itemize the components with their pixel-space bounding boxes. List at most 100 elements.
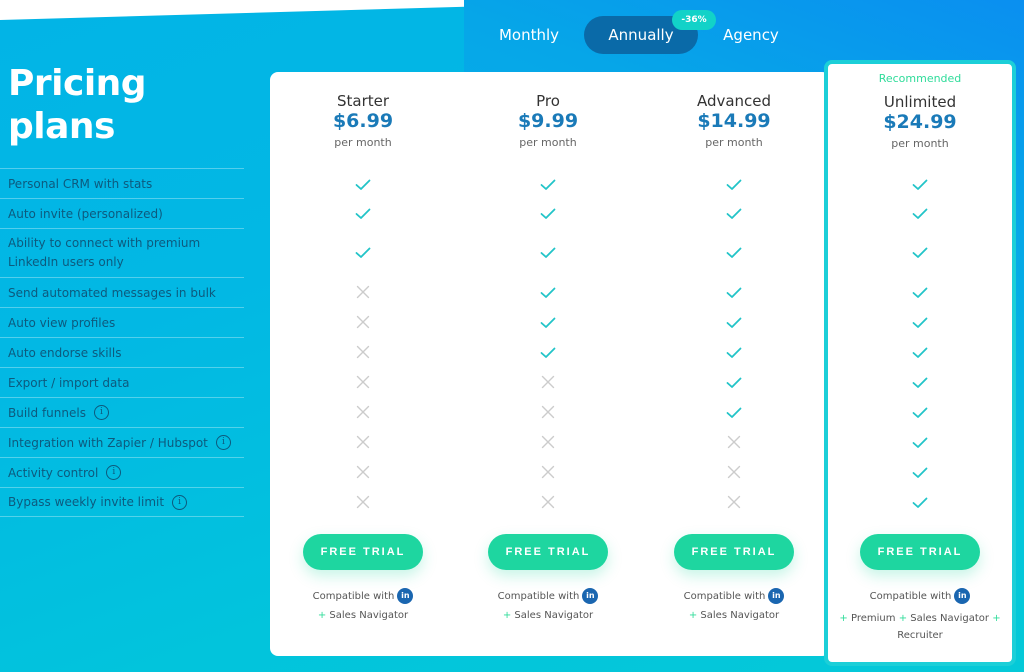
info-icon[interactable]: i	[106, 465, 122, 480]
plan-name: Unlimited	[883, 93, 957, 111]
plan-price: $24.99	[883, 111, 957, 133]
check-icon	[827, 314, 1013, 330]
compatible-with: Compatible with in	[641, 588, 827, 604]
compatible-extra: Sales Navigator	[700, 610, 780, 621]
feature-row: Build funnels i	[0, 397, 244, 427]
plan-name: Advanced	[696, 92, 772, 110]
check-icon	[827, 205, 1013, 221]
compatible-extra-item: Sales Navigator	[910, 613, 989, 624]
linkedin-icon: in	[397, 588, 414, 604]
check-icon	[827, 434, 1013, 450]
billing-period-tabs: Monthly Annually -36% Agency	[470, 10, 810, 54]
feature-row: Send automated messages in bulk	[0, 277, 244, 307]
cross-icon	[455, 494, 641, 510]
plans-card: Starter $6.99 per month FREE TRIAL Compatibl…	[270, 72, 830, 656]
free-trial-button[interactable]: FREE TRIAL	[303, 534, 423, 570]
plan-price: $6.99	[332, 110, 394, 132]
plan-period: per month	[705, 136, 763, 149]
check-icon	[270, 205, 456, 221]
plus-icon: +	[839, 613, 848, 624]
compatible-extras: + Sales Navigator	[270, 607, 456, 624]
feature-row: Bypass weekly invite limit i	[0, 487, 244, 517]
feature-row: Export / import data	[0, 367, 244, 397]
check-icon	[827, 284, 1013, 300]
plan-column-starter: Starter $6.99 per month FREE TRIAL Compatibl…	[270, 72, 456, 672]
feature-label: Export / import data	[8, 375, 130, 390]
feature-row: Integration with Zapier / Hubspot i	[0, 427, 244, 457]
compatible-text: Compatible with	[683, 591, 766, 602]
check-icon	[455, 244, 641, 260]
check-icon	[827, 176, 1013, 192]
feature-list: Personal CRM with stats Auto invite (pers…	[0, 168, 244, 517]
free-trial-button[interactable]: FREE TRIAL	[674, 534, 794, 570]
cross-icon	[270, 434, 456, 450]
feature-row: Auto view profiles	[0, 307, 244, 337]
linkedin-icon: in	[582, 588, 599, 604]
compatible-extra: Sales Navigator	[329, 610, 409, 621]
check-icon	[827, 464, 1013, 480]
check-icon	[270, 244, 456, 260]
cross-icon	[270, 494, 456, 510]
plan-period: per month	[891, 137, 949, 150]
recommended-label: Recommended	[878, 72, 962, 85]
info-icon[interactable]: i	[93, 405, 109, 420]
check-icon	[827, 344, 1013, 360]
recommended-plan-card: Recommended Unlimited $24.99 per month FREE …	[824, 60, 1016, 666]
compatible-extra: Sales Navigator	[514, 610, 594, 621]
check-icon	[827, 244, 1013, 260]
cross-icon	[455, 374, 641, 390]
plan-column-pro: Pro $9.99 per month FREE TRIAL Compatible wi…	[455, 72, 641, 672]
check-icon	[641, 244, 827, 260]
compatible-with: Compatible with in	[827, 588, 1013, 604]
check-icon	[455, 176, 641, 192]
page-title: Pricing plans	[8, 62, 147, 148]
check-icon	[270, 176, 456, 192]
compatible-extra-item: Premium	[851, 613, 896, 624]
plan-price: $14.99	[697, 110, 771, 132]
plan-period: per month	[334, 136, 392, 149]
feature-label: Activity control	[8, 465, 99, 480]
plan-column-unlimited: Recommended Unlimited $24.99 per month FREE …	[827, 64, 1013, 664]
feature-label: Send automated messages in bulk	[8, 285, 216, 300]
check-icon	[641, 284, 827, 300]
check-icon	[641, 344, 827, 360]
check-icon	[455, 344, 641, 360]
cross-icon	[270, 284, 456, 300]
feature-row: Auto invite (personalized)	[0, 198, 244, 228]
feature-label: Integration with Zapier / Hubspot	[8, 435, 208, 450]
plan-name: Pro	[536, 92, 560, 110]
compatible-text: Compatible with	[869, 591, 952, 602]
check-icon	[641, 374, 827, 390]
check-icon	[641, 404, 827, 420]
compatible-extra-item: Recruiter	[897, 630, 943, 641]
plus-icon: +	[688, 610, 698, 621]
free-trial-button[interactable]: FREE TRIAL	[860, 534, 980, 570]
info-icon[interactable]: i	[172, 494, 188, 510]
info-icon[interactable]: i	[215, 435, 231, 450]
tab-agency[interactable]: Agency	[706, 16, 796, 54]
free-trial-button[interactable]: FREE TRIAL	[488, 534, 608, 570]
cross-icon	[455, 404, 641, 420]
check-icon	[641, 314, 827, 330]
plus-icon: +	[992, 613, 1001, 624]
feature-row: Ability to connect with premium LinkedIn…	[0, 228, 244, 277]
plan-column-advanced: Advanced $14.99 per month FREE TRIAL Compati…	[641, 72, 827, 672]
feature-label: Auto invite (personalized)	[8, 206, 163, 221]
cross-icon	[641, 464, 827, 480]
cross-icon	[270, 404, 456, 420]
feature-label: Auto endorse skills	[8, 345, 122, 360]
plan-period: per month	[519, 136, 577, 149]
cross-icon	[270, 374, 456, 390]
compatible-extras: + Premium + Sales Navigator + Recruiter	[837, 610, 1003, 644]
compatible-text: Compatible with	[312, 591, 395, 602]
plus-icon: +	[317, 610, 327, 621]
check-icon	[827, 494, 1013, 510]
feature-label: Ability to connect with premium LinkedIn…	[8, 236, 201, 269]
feature-label: Build funnels	[8, 405, 86, 420]
feature-label: Auto view profiles	[8, 315, 116, 330]
feature-label: Personal CRM with stats	[8, 176, 153, 191]
tab-monthly[interactable]: Monthly	[482, 16, 576, 54]
cross-icon	[641, 494, 827, 510]
plus-icon: +	[898, 613, 908, 624]
page-title-line1: Pricing	[8, 63, 147, 104]
